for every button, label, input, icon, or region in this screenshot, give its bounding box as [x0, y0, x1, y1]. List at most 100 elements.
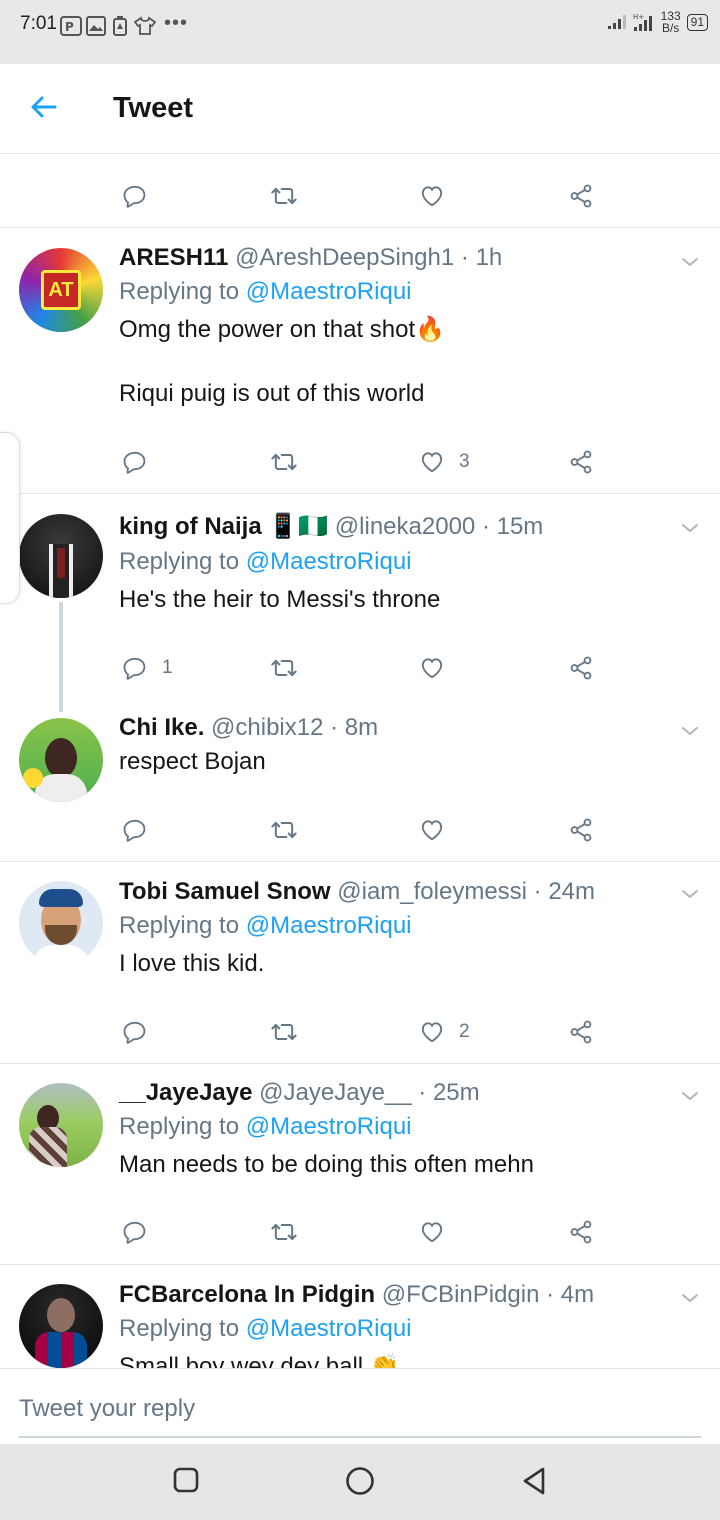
edge-panel-handle[interactable] — [0, 432, 20, 604]
tweet-text: Small boy wey dey ball 👏 — [119, 1353, 400, 1368]
home-circle-icon[interactable] — [345, 1466, 375, 1496]
mention-link[interactable]: @MaestroRiqui — [246, 912, 412, 939]
reply-icon — [122, 655, 148, 681]
chevron-down-icon[interactable] — [678, 1084, 702, 1108]
tweet-header: Tobi Samuel Snow @iam_foleymessi · 24m — [119, 878, 595, 906]
svg-text:P: P — [65, 20, 74, 34]
signal-icon — [607, 15, 626, 29]
like-count: 2 — [459, 1021, 470, 1042]
author-handle: @FCBinPidgin — [381, 1281, 540, 1308]
tweet-header: Chi Ike. @chibix12 · 8m — [119, 714, 378, 742]
like-button[interactable] — [419, 810, 459, 850]
like-icon — [419, 1219, 445, 1245]
reply-icon — [122, 1019, 148, 1045]
reply-button[interactable] — [122, 810, 162, 850]
reply-input[interactable]: Tweet your reply — [19, 1395, 195, 1423]
like-button[interactable] — [419, 1212, 459, 1252]
author-handle: @chibix12 — [211, 714, 324, 741]
reply-icon — [122, 449, 148, 475]
page-title: Tweet — [113, 92, 194, 124]
back-arrow-icon[interactable] — [28, 91, 60, 123]
avatar[interactable] — [19, 881, 103, 965]
tweet-text: Man needs to be doing this often mehn — [119, 1151, 534, 1178]
author-name[interactable]: __JayeJaye — [119, 1079, 252, 1106]
like-icon — [419, 817, 445, 843]
author-name[interactable]: Chi Ike. — [119, 714, 204, 741]
tweet-actions — [0, 810, 720, 850]
tweet-actions — [0, 1212, 720, 1252]
author-handle: @iam_foleymessi — [337, 878, 527, 905]
chevron-down-icon[interactable] — [678, 516, 702, 540]
main-tweet-actions — [0, 176, 720, 216]
share-button[interactable] — [568, 648, 594, 688]
author-name[interactable]: FCBarcelona In Pidgin — [119, 1281, 375, 1308]
retweet-button[interactable] — [270, 648, 298, 688]
mention-link[interactable]: @MaestroRiqui — [246, 548, 412, 575]
mention-link[interactable]: @MaestroRiqui — [246, 1315, 412, 1342]
retweet-button[interactable] — [270, 1212, 298, 1252]
reply-button[interactable] — [122, 442, 162, 482]
gallery-notification-icon — [86, 16, 106, 36]
share-button[interactable] — [568, 810, 594, 850]
tweet-actions: 1 — [0, 648, 720, 688]
mention-link[interactable]: @MaestroRiqui — [246, 1113, 412, 1140]
tweet-actions: 3 — [0, 442, 720, 482]
app-notification-icon: P — [60, 16, 82, 36]
share-button[interactable] — [568, 442, 594, 482]
avatar[interactable] — [19, 718, 103, 802]
avatar[interactable] — [19, 1083, 103, 1167]
mention-link[interactable]: @MaestroRiqui — [246, 278, 412, 305]
name-emoji: 📱🇳🇬 — [268, 513, 329, 540]
status-time: 7:01 — [20, 13, 57, 34]
reply-composer[interactable]: Tweet your reply — [0, 1368, 720, 1444]
share-button[interactable] — [568, 1212, 594, 1252]
tweet-header: FCBarcelona In Pidgin @FCBinPidgin · 4m — [119, 1281, 594, 1309]
chevron-down-icon[interactable] — [678, 250, 702, 274]
tweet-time: · 25m — [418, 1079, 480, 1106]
retweet-icon — [270, 448, 298, 476]
retweet-icon — [270, 1018, 298, 1046]
retweet-button[interactable] — [270, 1012, 298, 1052]
author-name[interactable]: king of Naija — [119, 513, 262, 540]
replying-to: Replying to @MaestroRiqui — [119, 548, 412, 575]
retweet-button[interactable] — [270, 810, 298, 850]
avatar[interactable] — [19, 514, 103, 598]
reply-button[interactable] — [122, 176, 148, 216]
chevron-down-icon[interactable] — [678, 1286, 702, 1310]
like-button[interactable]: 2 — [419, 1012, 470, 1052]
share-button[interactable] — [568, 176, 594, 216]
reply-button[interactable] — [122, 1212, 162, 1252]
share-button[interactable] — [568, 1012, 594, 1052]
chevron-down-icon[interactable] — [678, 882, 702, 906]
like-icon — [419, 655, 445, 681]
network-speed: 133 B/s — [660, 9, 681, 35]
like-button[interactable]: 3 — [419, 442, 470, 482]
tweet-text: He's the heir to Messi's throne — [119, 586, 441, 613]
tweet-time: · 1h — [460, 244, 503, 271]
author-name[interactable]: Tobi Samuel Snow — [119, 878, 331, 905]
author-name[interactable]: ARESH11 — [119, 244, 228, 271]
tweet-time: · 8m — [330, 714, 379, 741]
status-right: H+ 133 B/s 91 — [607, 10, 708, 34]
chevron-down-icon[interactable] — [678, 719, 702, 743]
replying-to: Replying to @MaestroRiqui — [119, 278, 412, 305]
retweet-button[interactable] — [270, 442, 298, 482]
like-button[interactable] — [419, 648, 459, 688]
share-icon — [568, 655, 594, 681]
avatar[interactable] — [19, 1284, 103, 1368]
recents-square-icon[interactable] — [172, 1466, 200, 1494]
divider — [0, 1063, 720, 1064]
reply-button[interactable] — [122, 1012, 162, 1052]
share-icon — [568, 1019, 594, 1045]
like-icon — [419, 183, 445, 209]
divider — [0, 861, 720, 862]
avatar[interactable]: AT — [19, 248, 103, 332]
like-icon — [419, 449, 445, 475]
more-notifications-icon: ••• — [164, 12, 189, 34]
retweet-button[interactable] — [270, 176, 298, 216]
back-triangle-icon[interactable] — [520, 1466, 548, 1496]
like-button[interactable] — [419, 176, 445, 216]
reply-feed[interactable]: AT ARESH11 @AreshDeepSingh1 · 1h Replyin… — [0, 154, 720, 1368]
reply-button[interactable]: 1 — [122, 648, 173, 688]
author-handle: @JayeJaye__ — [259, 1079, 412, 1106]
